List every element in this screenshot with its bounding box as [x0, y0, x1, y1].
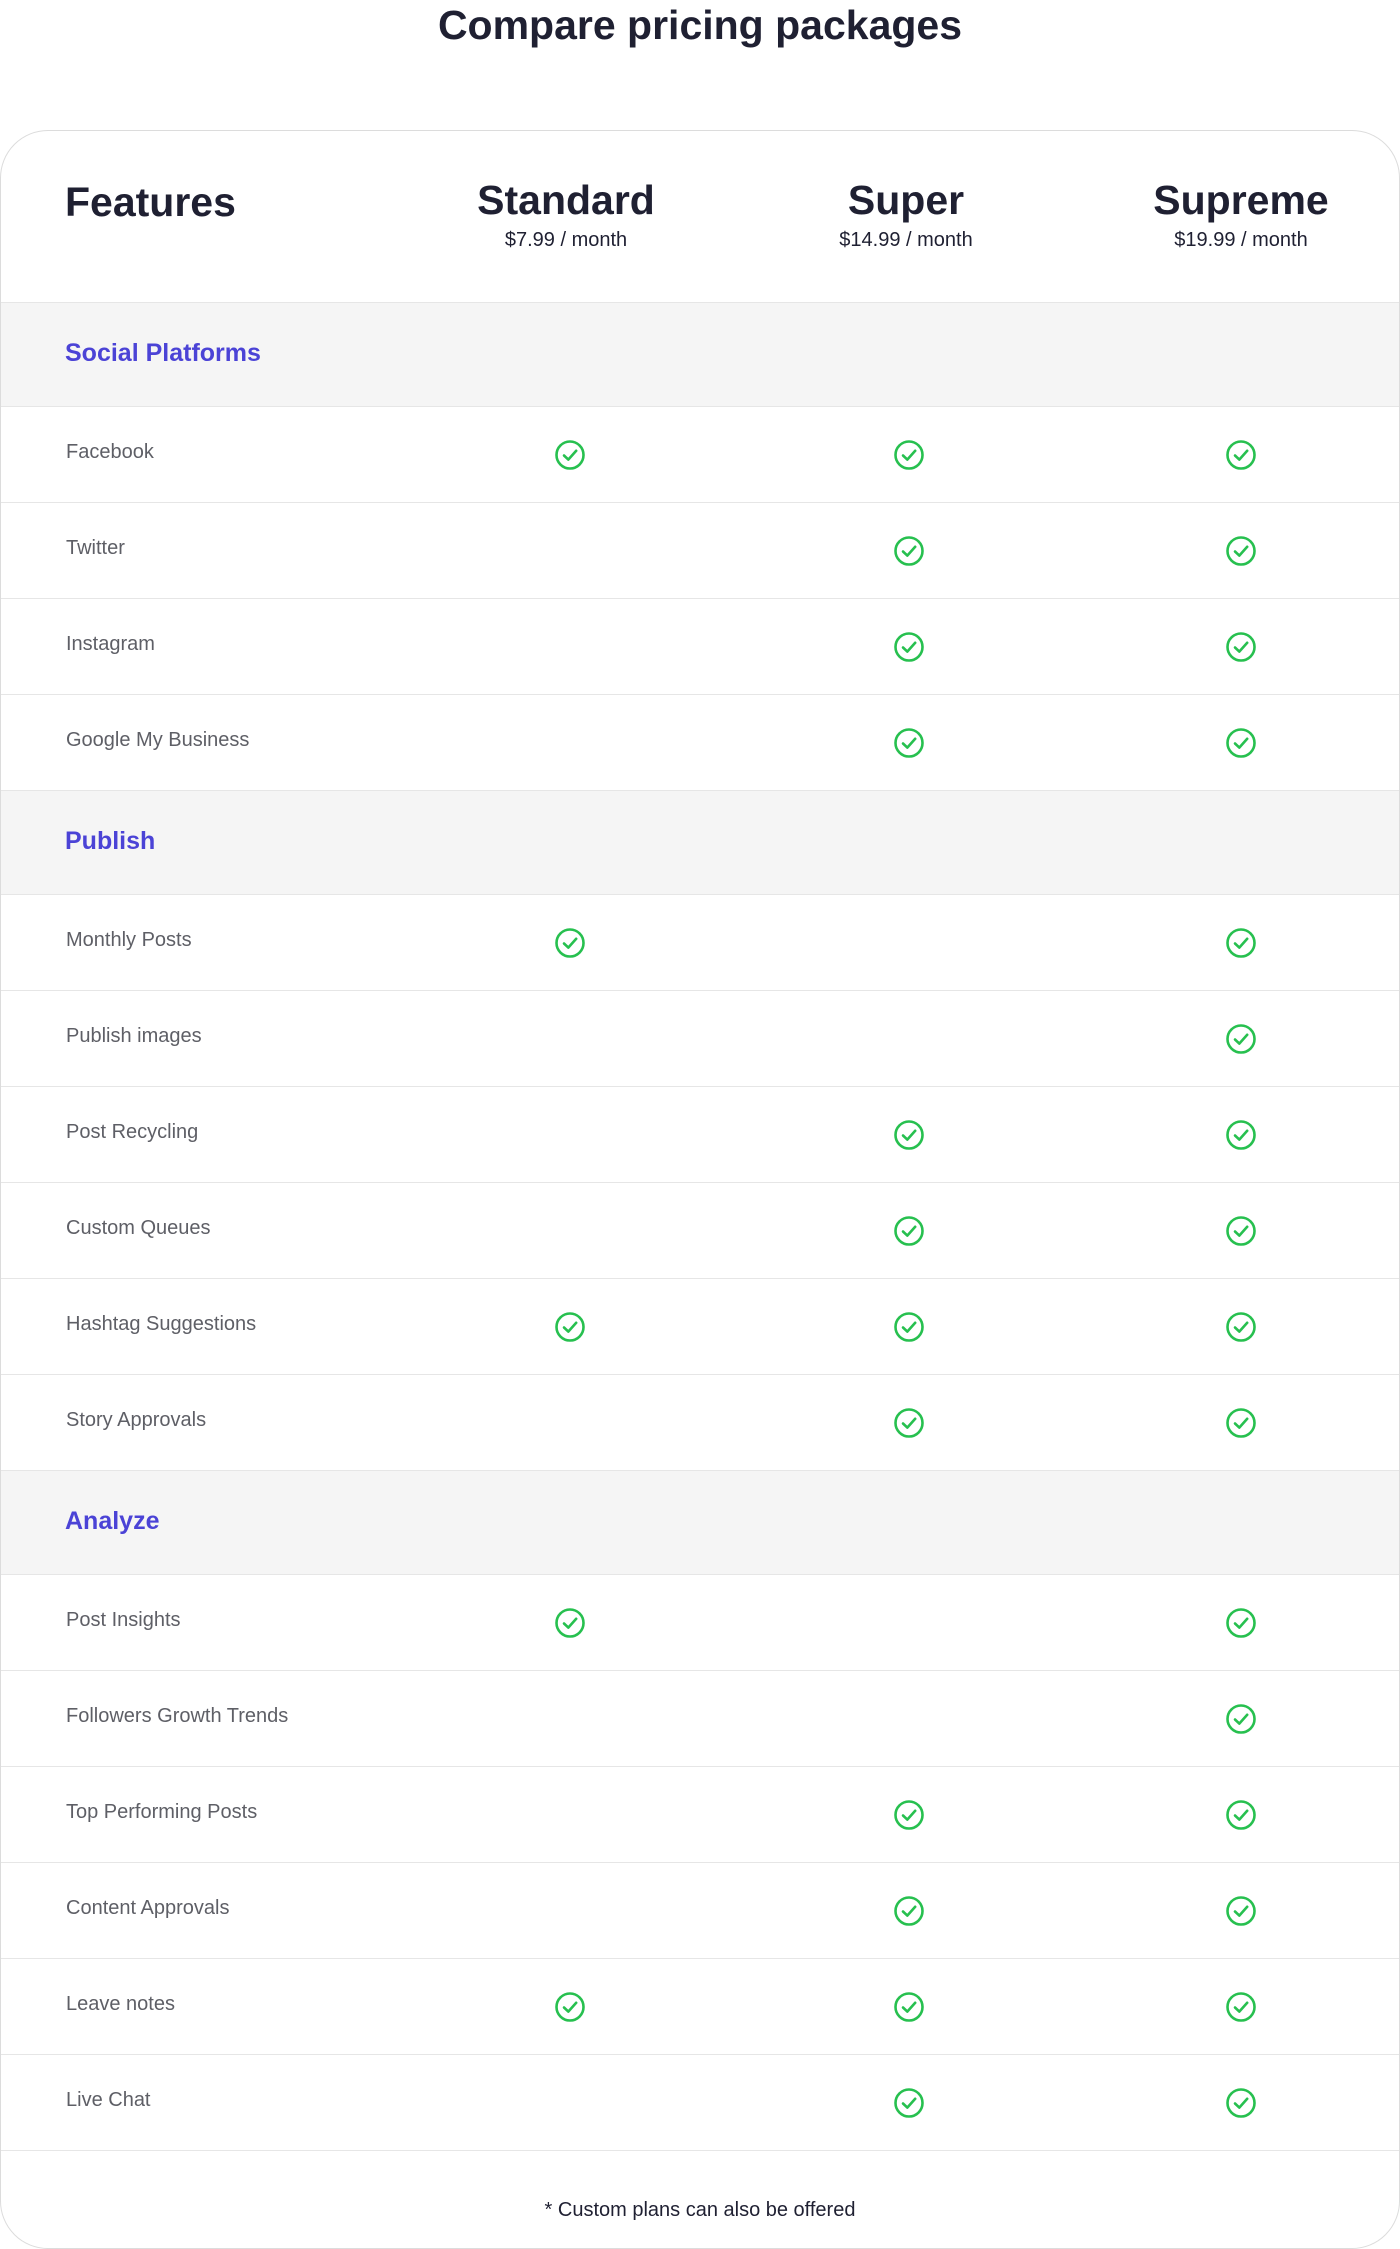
check-circle-icon [1225, 631, 1257, 663]
section-title: Publish [65, 827, 156, 855]
check-circle-icon [1225, 1799, 1257, 1831]
table-row: Leave notes [1, 1959, 1399, 2055]
feature-label: Story Approvals [66, 1409, 207, 1431]
check-circle-icon [554, 439, 586, 471]
feature-label: Facebook [66, 441, 154, 463]
table-row: Content Approvals [1, 1863, 1399, 1959]
plan-name: Super [847, 177, 965, 223]
plan-super-header: Super $14.99 / month [756, 177, 1056, 252]
table-row: Facebook [1, 407, 1399, 503]
check-circle-icon [554, 1991, 586, 2023]
plan-price: $7.99 / month [504, 229, 628, 251]
feature-label: Live Chat [66, 2089, 151, 2111]
check-circle-icon [1225, 1311, 1257, 1343]
check-circle-icon [893, 1119, 925, 1151]
table-row: Instagram [1, 599, 1399, 695]
check-circle-icon [1225, 1215, 1257, 1247]
check-circle-icon [893, 1407, 925, 1439]
feature-label: Content Approvals [66, 1897, 230, 1919]
feature-label: Top Performing Posts [66, 1801, 258, 1823]
table-row: Post Insights [1, 1575, 1399, 1671]
check-circle-icon [893, 1215, 925, 1247]
plan-price: $14.99 / month [839, 229, 973, 251]
feature-label: Post Insights [66, 1609, 181, 1631]
table-row: Post Recycling [1, 1087, 1399, 1183]
check-circle-icon [1225, 1407, 1257, 1439]
check-circle-icon [1225, 727, 1257, 759]
check-circle-icon [554, 1607, 586, 1639]
check-circle-icon [893, 1311, 925, 1343]
table-row: Story Approvals [1, 1375, 1399, 1471]
feature-label: Monthly Posts [66, 929, 192, 951]
table-row: Publish images [1, 991, 1399, 1087]
plan-supreme-header: Supreme $19.99 / month [1091, 177, 1391, 252]
section-title: Analyze [65, 1507, 160, 1535]
feature-label: Google My Business [66, 729, 250, 751]
check-circle-icon [1225, 1607, 1257, 1639]
section-title: Social Platforms [65, 339, 261, 367]
table-row: Live Chat [1, 2055, 1399, 2150]
pricing-page: Compare pricing packages Features Standa… [0, 0, 1400, 2249]
table-row: Google My Business [1, 695, 1399, 791]
table-row: Twitter [1, 503, 1399, 599]
table-row: Custom Queues [1, 1183, 1399, 1279]
check-circle-icon [554, 1311, 586, 1343]
plan-price: $19.99 / month [1174, 229, 1308, 251]
footnote: * Custom plans can also be offered [544, 2199, 856, 2221]
check-circle-icon [1225, 1703, 1257, 1735]
check-circle-icon [893, 631, 925, 663]
feature-label: Post Recycling [66, 1121, 199, 1143]
check-circle-icon [1225, 1023, 1257, 1055]
section-header: Analyze [1, 1471, 1399, 1575]
section-header: Social Platforms [1, 303, 1399, 407]
feature-label: Followers Growth Trends [66, 1705, 289, 1727]
page-title: Compare pricing packages [437, 2, 963, 48]
check-circle-icon [893, 727, 925, 759]
feature-label: Twitter [66, 537, 125, 559]
check-circle-icon [893, 2087, 925, 2119]
table-header: Features Standard $7.99 / month Super $1… [1, 131, 1399, 303]
check-circle-icon [893, 535, 925, 567]
feature-label: Publish images [66, 1025, 202, 1047]
plan-name: Standard [477, 177, 655, 223]
feature-label: Hashtag Suggestions [66, 1313, 257, 1335]
feature-label: Custom Queues [66, 1217, 211, 1239]
check-circle-icon [893, 1991, 925, 2023]
check-circle-icon [1225, 2087, 1257, 2119]
table-row: Top Performing Posts [1, 1767, 1399, 1863]
pricing-comparison-table: Features Standard $7.99 / month Super $1… [0, 130, 1400, 2249]
table-row: Followers Growth Trends [1, 1671, 1399, 1767]
check-circle-icon [1225, 1895, 1257, 1927]
plan-standard-header: Standard $7.99 / month [416, 177, 716, 252]
check-circle-icon [1225, 1119, 1257, 1151]
check-circle-icon [554, 927, 586, 959]
section-header: Publish [1, 791, 1399, 895]
table-row: Monthly Posts [1, 895, 1399, 991]
table-body: Social Platforms Facebook Twitter Instagram… [1, 303, 1399, 2150]
feature-label: Leave notes [66, 1993, 175, 2015]
check-circle-icon [1225, 439, 1257, 471]
feature-label: Instagram [66, 633, 155, 655]
footnote-row: * Custom plans can also be offered [1, 2150, 1399, 2248]
check-circle-icon [893, 1895, 925, 1927]
check-circle-icon [893, 1799, 925, 1831]
plan-name: Supreme [1153, 177, 1329, 223]
check-circle-icon [1225, 535, 1257, 567]
check-circle-icon [1225, 927, 1257, 959]
check-circle-icon [1225, 1991, 1257, 2023]
features-column-header: Features [65, 179, 236, 225]
table-row: Hashtag Suggestions [1, 1279, 1399, 1375]
check-circle-icon [893, 439, 925, 471]
